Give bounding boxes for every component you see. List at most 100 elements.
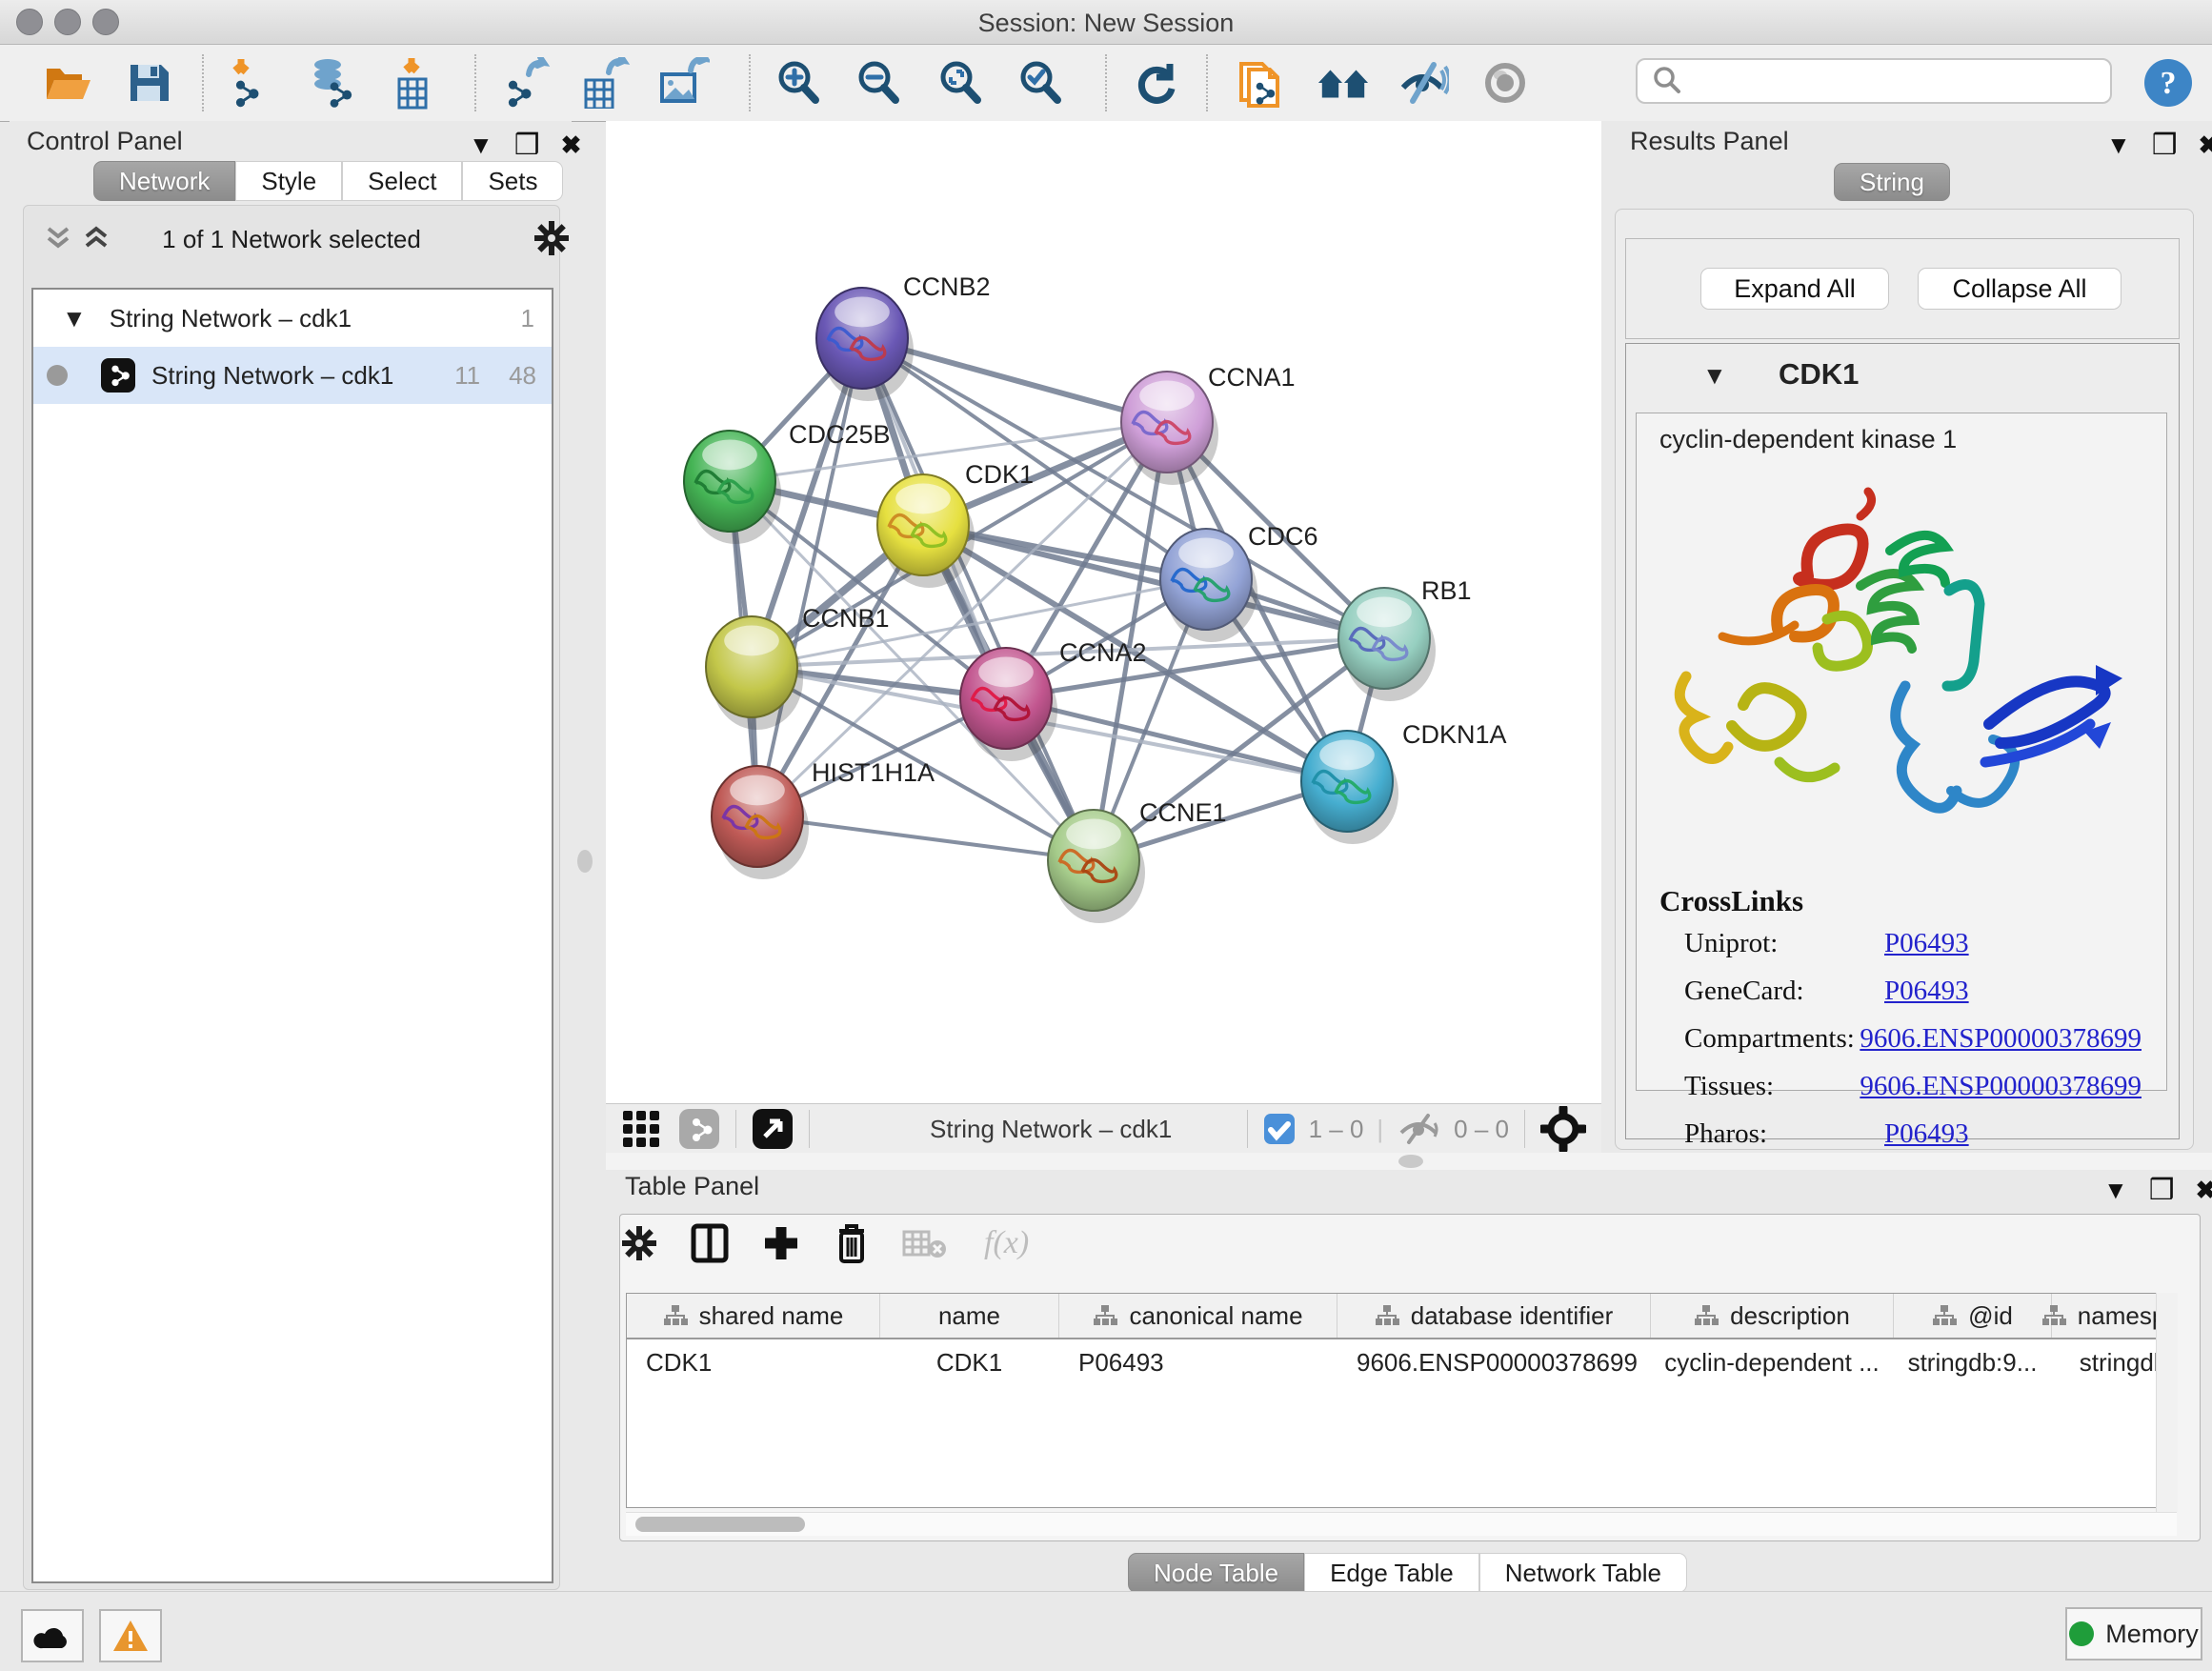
panel-close-icon[interactable]: ✖ xyxy=(561,131,582,160)
export-table-icon[interactable] xyxy=(577,56,631,110)
column-header-name[interactable]: name xyxy=(880,1294,1059,1339)
memory-button[interactable]: Memory xyxy=(2065,1607,2202,1661)
node-table: shared namenamecanonical namedatabase id… xyxy=(626,1293,2177,1508)
export-image-icon[interactable] xyxy=(657,56,711,110)
gray-eye-icon[interactable] xyxy=(1478,56,1532,110)
panel-menu-icon[interactable]: ▼ xyxy=(2103,1176,2128,1205)
table-options-gear-icon[interactable] xyxy=(620,1224,658,1262)
panel-float-icon[interactable]: ❒ xyxy=(2149,1174,2175,1207)
expand-all-button[interactable]: Expand All xyxy=(1700,268,1889,310)
crosslink-link[interactable]: P06493 xyxy=(1884,928,1969,959)
tab-sets[interactable]: Sets xyxy=(462,161,563,201)
memory-label: Memory xyxy=(2105,1620,2199,1649)
table-vertical-scrollbar[interactable] xyxy=(2156,1293,2178,1512)
crosslink-link[interactable]: 9606.ENSP00000378699 xyxy=(1860,1023,2142,1055)
network-selection-status: 1 of 1 Network selected xyxy=(24,225,559,254)
open-in-window-icon[interactable] xyxy=(752,1108,794,1150)
help-icon[interactable]: ? xyxy=(2142,56,2195,110)
panel-float-icon[interactable]: ❒ xyxy=(514,129,540,162)
selected-checkbox-icon[interactable] xyxy=(1263,1113,1296,1145)
hidden-counts: 0 – 0 xyxy=(1454,1115,1509,1144)
export-network-icon[interactable] xyxy=(499,56,553,110)
search-input[interactable] xyxy=(1685,66,2089,97)
table-cell[interactable]: stringdb:9... xyxy=(1894,1339,2052,1385)
table-horizontal-scrollbar[interactable] xyxy=(626,1512,2177,1536)
zoom-fit-icon[interactable] xyxy=(934,56,987,110)
column-header-canonical-name[interactable]: canonical name xyxy=(1059,1294,1337,1339)
panel-menu-icon[interactable]: ▼ xyxy=(2106,131,2131,160)
node-label-CDC25B: CDC25B xyxy=(789,420,891,449)
horizontal-splitter-handle[interactable] xyxy=(1398,1155,1423,1168)
table-cell[interactable]: P06493 xyxy=(1059,1339,1337,1385)
toolbar-separator xyxy=(1105,54,1107,111)
network-graph[interactable]: CCNB2CCNA1CDC25BCDK1CDC6RB1CCNB1CCNA2CDK… xyxy=(606,121,1601,1103)
node-label-CCNA2: CCNA2 xyxy=(1059,638,1147,667)
collapse-all-button[interactable]: Collapse All xyxy=(1918,268,2122,310)
import-table-icon[interactable] xyxy=(385,56,438,110)
table-cell[interactable]: CDK1 xyxy=(627,1339,880,1385)
panel-close-icon[interactable]: ✖ xyxy=(2199,131,2212,160)
network-options-gear-icon[interactable] xyxy=(533,219,571,257)
tab-network-table[interactable]: Network Table xyxy=(1479,1553,1687,1593)
share-view-icon[interactable] xyxy=(678,1108,720,1150)
zoom-out-icon[interactable] xyxy=(852,56,905,110)
panel-float-icon[interactable]: ❒ xyxy=(2152,129,2178,162)
tab-string[interactable]: String xyxy=(1834,163,1950,201)
column-header--id[interactable]: @id xyxy=(1894,1294,2052,1339)
current-network-name: String Network – cdk1 xyxy=(930,1115,1172,1144)
cloud-button[interactable] xyxy=(21,1609,84,1662)
birdseye-crosshair-icon[interactable] xyxy=(1540,1106,1586,1152)
table-cell[interactable]: 9606.ENSP00000378699 xyxy=(1337,1339,1651,1385)
crosslink-link[interactable]: 9606.ENSP00000378699 xyxy=(1860,1071,2142,1102)
network-row[interactable]: String Network – cdk1 11 48 xyxy=(33,347,552,404)
crosslink-link[interactable]: P06493 xyxy=(1884,976,1969,1007)
refresh-icon[interactable] xyxy=(1130,56,1183,110)
add-column-icon[interactable] xyxy=(761,1223,801,1263)
show-columns-icon[interactable] xyxy=(691,1222,729,1264)
import-network-icon[interactable] xyxy=(223,56,276,110)
crosslink-link[interactable]: P06493 xyxy=(1884,1118,1969,1150)
hide-eye-icon[interactable] xyxy=(1397,56,1450,110)
tab-style[interactable]: Style xyxy=(235,161,342,201)
tree-expander-icon[interactable]: ▼ xyxy=(62,304,87,333)
save-icon[interactable] xyxy=(122,56,175,110)
table-row[interactable]: CDK1CDK1P064939606.ENSP00000378699cyclin… xyxy=(627,1339,2177,1385)
panel-close-icon[interactable]: ✖ xyxy=(2196,1176,2212,1205)
hidden-eye-icon xyxy=(1397,1112,1440,1146)
search-icon xyxy=(1649,63,1685,99)
column-header-shared-name[interactable]: shared name xyxy=(627,1294,880,1339)
table-cell[interactable]: cyclin-dependent ... xyxy=(1651,1339,1894,1385)
network-tree: ▼ String Network – cdk1 1 String Network… xyxy=(31,288,553,1583)
vertical-splitter-handle[interactable] xyxy=(577,850,593,873)
zoom-selected-icon[interactable] xyxy=(1014,56,1067,110)
network-collection-row[interactable]: ▼ String Network – cdk1 1 xyxy=(33,290,552,347)
tab-select[interactable]: Select xyxy=(342,161,462,201)
column-header-description[interactable]: description xyxy=(1651,1294,1894,1339)
panel-menu-icon[interactable]: ▼ xyxy=(469,131,493,160)
network-canvas[interactable]: CCNB2CCNA1CDC25BCDK1CDC6RB1CCNB1CCNA2CDK… xyxy=(606,121,1602,1103)
homes-icon[interactable] xyxy=(1317,56,1370,110)
tree-column-icon xyxy=(1375,1304,1399,1327)
import-database-icon[interactable] xyxy=(303,56,356,110)
scrollbar-thumb[interactable] xyxy=(635,1517,805,1532)
zoom-in-icon[interactable] xyxy=(772,56,825,110)
table-cell[interactable]: CDK1 xyxy=(880,1339,1059,1385)
column-header-database-identifier[interactable]: database identifier xyxy=(1337,1294,1651,1339)
grid-view-icon[interactable] xyxy=(621,1109,661,1149)
tab-edge-table[interactable]: Edge Table xyxy=(1304,1553,1479,1593)
tab-network[interactable]: Network xyxy=(93,161,235,201)
search-box[interactable] xyxy=(1636,58,2112,104)
network-status-dot-icon xyxy=(47,365,68,386)
delete-column-icon[interactable] xyxy=(834,1221,870,1265)
section-expander-icon[interactable]: ▼ xyxy=(1702,361,1727,391)
tab-node-table[interactable]: Node Table xyxy=(1128,1553,1304,1593)
tree-column-icon xyxy=(1932,1304,1957,1327)
tree-column-icon xyxy=(1694,1304,1719,1327)
copy-document-icon[interactable] xyxy=(1235,56,1288,110)
crosslink-row: Tissues:9606.ENSP00000378699 xyxy=(1684,1071,2142,1102)
toolbar-separator xyxy=(1206,54,1208,111)
warnings-button[interactable] xyxy=(99,1609,162,1662)
crosslinks-title: CrossLinks xyxy=(1659,884,1803,918)
network-edge[interactable] xyxy=(757,338,862,816)
open-file-icon[interactable] xyxy=(42,56,95,110)
